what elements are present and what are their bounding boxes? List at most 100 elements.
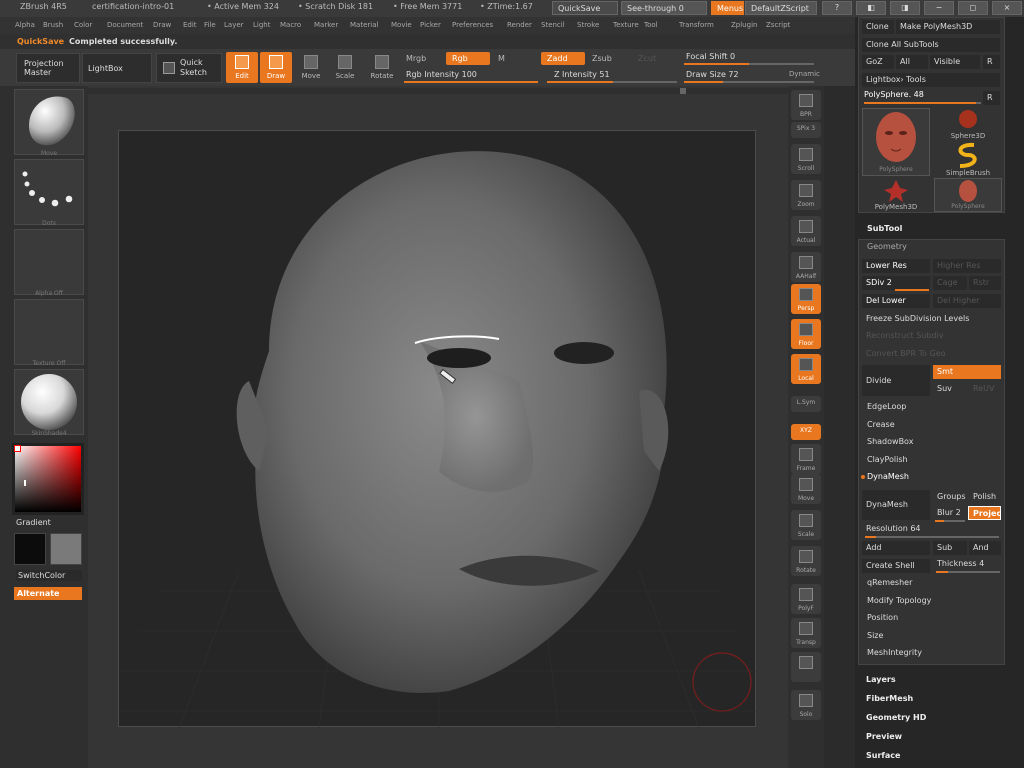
canvas-scrollbar-thumb[interactable] — [680, 88, 686, 94]
crease-subpalette[interactable]: Crease — [867, 420, 895, 429]
menu-tool[interactable]: Tool — [644, 21, 658, 29]
document-canvas[interactable] — [118, 130, 757, 729]
layout-right-icon[interactable]: ◨ — [890, 1, 920, 15]
dynamesh-button[interactable]: DynaMesh — [862, 490, 930, 520]
edgeloop-subpalette[interactable]: EdgeLoop — [867, 402, 906, 411]
menu-layer[interactable]: Layer — [224, 21, 244, 29]
rgb-button[interactable]: Rgb — [446, 52, 490, 65]
spix-button[interactable]: SPix 3 — [791, 122, 821, 138]
geometry-header[interactable]: Geometry — [867, 242, 907, 251]
menu-render[interactable]: Render — [507, 21, 532, 29]
secondary-color-swatch[interactable] — [50, 533, 82, 565]
goz-visible-button[interactable]: Visible — [930, 55, 980, 69]
freeze-subdivision-button[interactable]: Freeze SubDivision Levels — [862, 312, 1001, 326]
color-saturation-square[interactable] — [15, 446, 81, 512]
dynamic-button[interactable]: Dynamic — [783, 68, 826, 81]
color-picker[interactable] — [12, 443, 84, 515]
higher-res-button[interactable]: Higher Res — [933, 259, 1001, 273]
menu-document[interactable]: Document — [107, 21, 143, 29]
menu-zplugin[interactable]: Zplugin — [731, 21, 757, 29]
tool-thumb-polysphere[interactable]: PolySphere — [862, 108, 930, 176]
current-tool-r-button[interactable]: R — [983, 91, 1000, 105]
focal-shift-slider[interactable]: Focal Shift 0 — [680, 50, 741, 63]
preview-palette[interactable]: Preview — [866, 732, 902, 741]
goz-all-button[interactable]: All — [896, 55, 928, 69]
reconstruct-subdiv-button[interactable]: Reconstruct Subdiv — [862, 329, 1001, 343]
z-intensity-slider[interactable]: Z Intensity 51 — [548, 68, 616, 81]
menu-brush[interactable]: Brush — [43, 21, 63, 29]
position-subpalette[interactable]: Position — [867, 613, 898, 622]
reuv-button[interactable]: ReUV — [969, 382, 1001, 396]
scale-button[interactable]: Scale — [791, 510, 821, 540]
menu-transform[interactable]: Transform — [679, 21, 714, 29]
surface-palette[interactable]: Surface — [866, 751, 900, 760]
z-intensity-track[interactable] — [547, 81, 677, 83]
polish-button[interactable]: Polish — [969, 490, 1001, 504]
primary-color-swatch[interactable] — [14, 445, 21, 452]
mrgb-button[interactable]: Mrgb — [400, 52, 432, 65]
create-shell-button[interactable]: Create Shell — [862, 559, 930, 573]
clone-all-subtools-button[interactable]: Clone All SubTools — [862, 38, 1000, 52]
goz-r-button[interactable]: R — [983, 55, 1000, 69]
projection-master-button[interactable]: Projection Master — [16, 53, 80, 83]
xyz-button[interactable]: XYZ — [791, 424, 821, 440]
ghost-button[interactable] — [791, 652, 821, 682]
alternate-button[interactable]: Alternate — [14, 587, 82, 600]
draw-mode-button[interactable]: Draw — [260, 52, 292, 83]
tool-thumb-simplebrush[interactable]: SimpleBrush — [934, 142, 1002, 177]
frame-button[interactable]: Frame — [791, 444, 821, 474]
menus-button[interactable]: Menus — [711, 1, 744, 15]
layout-left-icon[interactable]: ◧ — [856, 1, 886, 15]
brush-selector[interactable] — [14, 89, 84, 155]
tool-thumb-polymesh3d[interactable]: PolyMesh3D — [862, 178, 930, 212]
suv-button[interactable]: Suv — [933, 382, 967, 396]
sdiv-slider[interactable]: SDiv 2 — [862, 276, 930, 290]
tool-thumb-polysphere-small[interactable]: PolySphere — [934, 178, 1002, 212]
material-selector[interactable] — [14, 369, 84, 435]
menu-preferences[interactable]: Preferences — [452, 21, 493, 29]
rgb-intensity-track[interactable] — [404, 81, 538, 83]
clone-button[interactable]: Clone — [862, 20, 894, 34]
thickness-slider[interactable]: Thickness 4 — [933, 557, 1001, 571]
size-subpalette[interactable]: Size — [867, 631, 883, 640]
edit-mode-button[interactable]: Edit — [226, 52, 258, 83]
close-icon[interactable]: × — [992, 1, 1022, 15]
transp-button[interactable]: Transp — [791, 618, 821, 648]
project-button[interactable]: Project — [968, 506, 1001, 520]
move-button[interactable]: Move — [791, 474, 821, 504]
help-icon[interactable]: ? — [822, 1, 852, 15]
meshintegrity-subpalette[interactable]: MeshIntegrity — [867, 648, 922, 657]
dynamesh-subpalette[interactable]: DynaMesh — [867, 472, 909, 481]
add-button[interactable]: Add — [862, 541, 930, 555]
menu-marker[interactable]: Marker — [314, 21, 338, 29]
rstr-button[interactable]: Rstr — [969, 276, 1001, 290]
sub-button[interactable]: Sub — [933, 541, 967, 555]
thickness-track[interactable] — [936, 571, 1000, 573]
geometry-hd-palette[interactable]: Geometry HD — [866, 713, 926, 722]
bpr-button[interactable]: BPR — [791, 90, 821, 120]
gradient-label[interactable]: Gradient — [16, 518, 51, 527]
local-button[interactable]: Local — [791, 354, 821, 384]
menu-zscript[interactable]: Zscript — [766, 21, 790, 29]
texture-selector[interactable] — [14, 299, 84, 365]
lightbox-tools-button[interactable]: Lightbox› Tools — [862, 73, 1000, 87]
minimize-icon[interactable]: − — [924, 1, 954, 15]
zadd-button[interactable]: Zadd — [541, 52, 585, 65]
menu-edit[interactable]: Edit — [183, 21, 197, 29]
zoom-button[interactable]: Zoom — [791, 180, 821, 210]
lightbox-button[interactable]: LightBox — [82, 53, 152, 83]
rgb-intensity-slider[interactable]: Rgb Intensity 100 — [400, 68, 483, 81]
fibermesh-palette[interactable]: FiberMesh — [866, 694, 913, 703]
draw-size-slider[interactable]: Draw Size 72 — [680, 68, 745, 81]
shadowbox-subpalette[interactable]: ShadowBox — [867, 437, 913, 446]
zcut-button[interactable]: Zcut — [632, 52, 662, 65]
stroke-selector[interactable] — [14, 159, 84, 225]
main-color-swatch[interactable] — [14, 533, 46, 565]
subtool-header[interactable]: SubTool — [867, 224, 902, 233]
alpha-selector[interactable] — [14, 229, 84, 295]
current-tool-slider[interactable]: PolySphere. 48 — [864, 90, 924, 99]
maximize-icon[interactable]: ◻ — [958, 1, 988, 15]
scroll-button[interactable]: Scroll — [791, 144, 821, 174]
aahalf-button[interactable]: AAHalf — [791, 252, 821, 282]
modify-topology-subpalette[interactable]: Modify Topology — [867, 596, 931, 605]
